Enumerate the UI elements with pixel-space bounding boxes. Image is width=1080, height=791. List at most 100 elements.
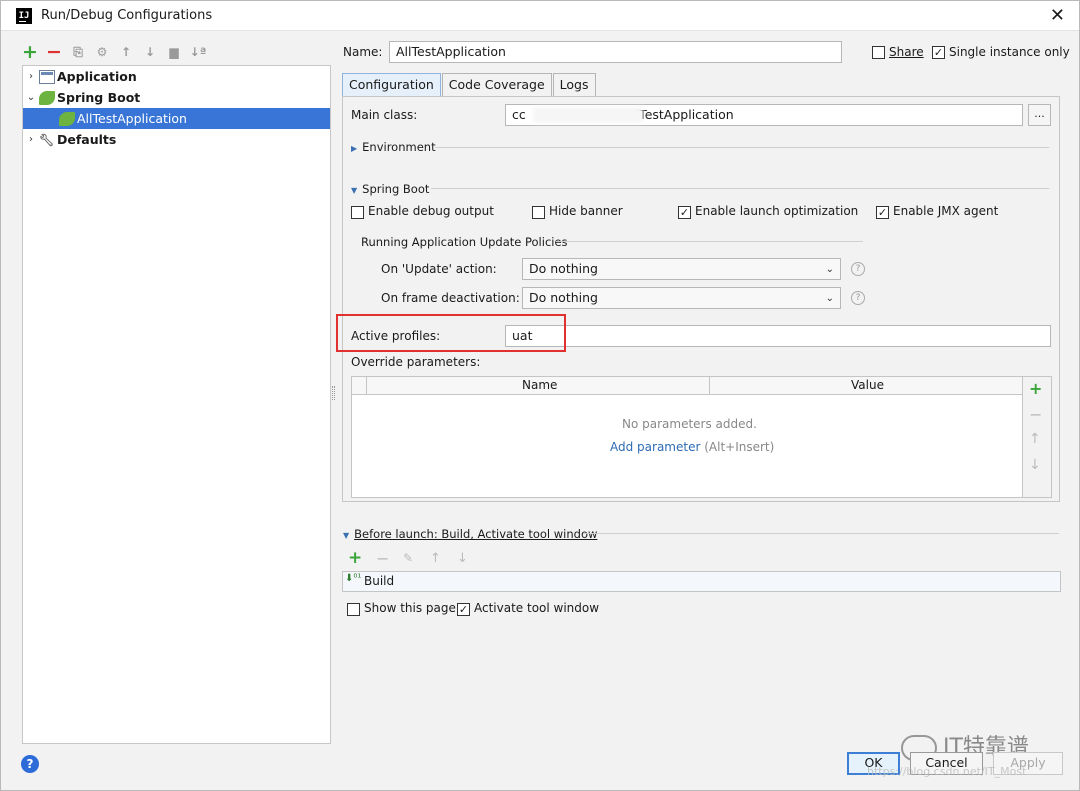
- divider: [435, 147, 1049, 148]
- move-down-icon[interactable]: ↓: [143, 45, 157, 59]
- activate-tool-window-label: Activate tool window: [474, 601, 600, 615]
- tab-logs[interactable]: Logs: [552, 73, 596, 97]
- spring-boot-section-label: Spring Boot: [362, 182, 430, 196]
- tab-configuration[interactable]: Configuration: [342, 73, 441, 97]
- edit-defaults-icon[interactable]: ⚙: [95, 45, 109, 59]
- chevron-down-icon: ⌄: [825, 293, 834, 304]
- collapse-triangle-icon: ▼: [351, 186, 358, 195]
- environment-label: Environment: [362, 140, 436, 154]
- on-frame-label: On frame deactivation:: [381, 291, 520, 305]
- spring-boot-icon: [59, 111, 75, 126]
- tree-item-spring-boot[interactable]: ⌄ Spring Boot: [23, 87, 330, 108]
- add-parameter-shortcut: (Alt+Insert): [704, 440, 775, 454]
- tree-item-alltestapplication[interactable]: AllTestApplication: [23, 108, 330, 129]
- browse-main-class-button[interactable]: ...: [1028, 104, 1051, 126]
- divider: [583, 533, 1059, 534]
- tree-item-label: AllTestApplication: [77, 111, 187, 126]
- single-instance-label: Single instance only: [949, 45, 1070, 59]
- copy-configuration-icon[interactable]: ⎘: [71, 45, 85, 59]
- single-instance-checkbox[interactable]: [932, 46, 945, 59]
- before-launch-label: Before launch: Build, Activate tool wind…: [354, 527, 598, 541]
- tree-item-application[interactable]: › Application: [23, 66, 330, 87]
- remove-task-icon[interactable]: −: [376, 549, 389, 568]
- app-icon-text: IJ: [18, 11, 30, 21]
- add-configuration-icon[interactable]: +: [22, 41, 38, 63]
- enable-debug-checkbox[interactable]: [351, 206, 364, 219]
- close-icon[interactable]: ✕: [1050, 5, 1065, 26]
- tree-item-defaults[interactable]: › 🔧︎ Defaults: [23, 129, 330, 150]
- name-label: Name:: [343, 45, 383, 59]
- add-task-icon[interactable]: +: [348, 548, 362, 568]
- intellij-app-icon: IJ: [16, 8, 32, 24]
- share-checkbox[interactable]: [872, 46, 885, 59]
- override-parameters-label: Override parameters:: [351, 355, 481, 369]
- launch-optimization-checkbox[interactable]: [678, 206, 691, 219]
- add-parameter-icon[interactable]: +: [1029, 379, 1042, 398]
- tree-item-label: Defaults: [57, 132, 117, 147]
- before-launch-toggle[interactable]: ▼ Before launch: Build, Activate tool win…: [343, 527, 597, 541]
- main-class-suffix: lTestApplication: [635, 107, 734, 122]
- edit-task-icon[interactable]: ✎: [403, 551, 413, 565]
- collapse-triangle-icon: ▼: [343, 531, 350, 540]
- tab-code-coverage[interactable]: Code Coverage: [441, 73, 552, 97]
- main-class-prefix: cc: [512, 107, 526, 122]
- activate-tool-window-checkbox[interactable]: [457, 603, 470, 616]
- redaction-blur: [533, 107, 643, 123]
- tree-item-label: Application: [57, 69, 137, 84]
- build-icon: ⬇⁰¹: [345, 573, 362, 584]
- help-button[interactable]: ?: [21, 755, 39, 773]
- help-icon[interactable]: ?: [851, 291, 865, 305]
- tree-item-label: Spring Boot: [57, 90, 141, 105]
- collapse-arrow-icon[interactable]: ⌄: [23, 92, 39, 103]
- wrench-icon: 🔧︎: [39, 132, 55, 147]
- remove-configuration-icon[interactable]: −: [46, 41, 62, 63]
- window-title: Run/Debug Configurations: [41, 8, 213, 23]
- hide-banner-label: Hide banner: [549, 204, 623, 218]
- remove-parameter-icon[interactable]: −: [1029, 405, 1042, 424]
- expand-arrow-icon[interactable]: ›: [23, 134, 39, 145]
- show-page-label: Show this page: [364, 601, 456, 615]
- spring-boot-section-toggle[interactable]: ▼ Spring Boot: [351, 182, 429, 196]
- watermark-url: https://blog.csdn.net/IT_Most: [867, 765, 1027, 778]
- build-task-item[interactable]: Build: [364, 574, 394, 588]
- divider: [431, 188, 1049, 189]
- environment-section-toggle[interactable]: ▶ Environment: [351, 140, 436, 154]
- chevron-down-icon: ⌄: [825, 264, 834, 275]
- column-divider: [366, 377, 367, 395]
- on-update-select[interactable]: Do nothing ⌄: [522, 258, 841, 280]
- column-divider: [709, 377, 710, 395]
- hide-banner-checkbox[interactable]: [532, 206, 545, 219]
- name-input[interactable]: AllTestApplication: [389, 41, 842, 63]
- add-parameter-link[interactable]: Add parameter: [610, 440, 700, 454]
- show-page-checkbox[interactable]: [347, 603, 360, 616]
- move-down-icon[interactable]: ↓: [1029, 457, 1041, 473]
- on-frame-value: Do nothing: [529, 290, 598, 305]
- add-parameter-row: Add parameter (Alt+Insert): [610, 440, 774, 454]
- divider: [556, 241, 863, 242]
- move-up-icon[interactable]: ↑: [119, 45, 133, 59]
- help-icon[interactable]: ?: [851, 262, 865, 276]
- jmx-agent-label: Enable JMX agent: [893, 204, 999, 218]
- jmx-agent-checkbox[interactable]: [876, 206, 889, 219]
- folder-icon[interactable]: ▆: [167, 45, 181, 59]
- active-profiles-input[interactable]: uat: [505, 325, 1051, 347]
- enable-debug-label: Enable debug output: [368, 204, 494, 218]
- pane-splitter-handle[interactable]: [332, 386, 335, 400]
- sort-alpha-icon[interactable]: ↓ª: [190, 45, 207, 59]
- move-task-up-icon[interactable]: ↑: [430, 551, 441, 566]
- move-task-down-icon[interactable]: ↓: [457, 551, 468, 566]
- on-update-label: On 'Update' action:: [381, 262, 497, 276]
- update-policies-label: Running Application Update Policies: [361, 235, 568, 249]
- expand-triangle-icon: ▶: [351, 144, 358, 153]
- launch-optimization-label: Enable launch optimization: [695, 204, 859, 218]
- parameters-side-toolbar: + − ↑ ↓: [1023, 376, 1052, 498]
- move-up-icon[interactable]: ↑: [1029, 431, 1041, 447]
- column-header-name[interactable]: Name: [522, 378, 557, 392]
- config-toolbar: + − ⎘ ⚙ ↑ ↓ ▆ ↓ª: [22, 41, 207, 63]
- on-frame-select[interactable]: Do nothing ⌄: [522, 287, 841, 309]
- on-update-value: Do nothing: [529, 261, 598, 276]
- column-header-value[interactable]: Value: [851, 378, 884, 392]
- application-icon: [39, 69, 55, 84]
- expand-arrow-icon[interactable]: ›: [23, 71, 39, 82]
- main-class-label: Main class:: [351, 108, 418, 122]
